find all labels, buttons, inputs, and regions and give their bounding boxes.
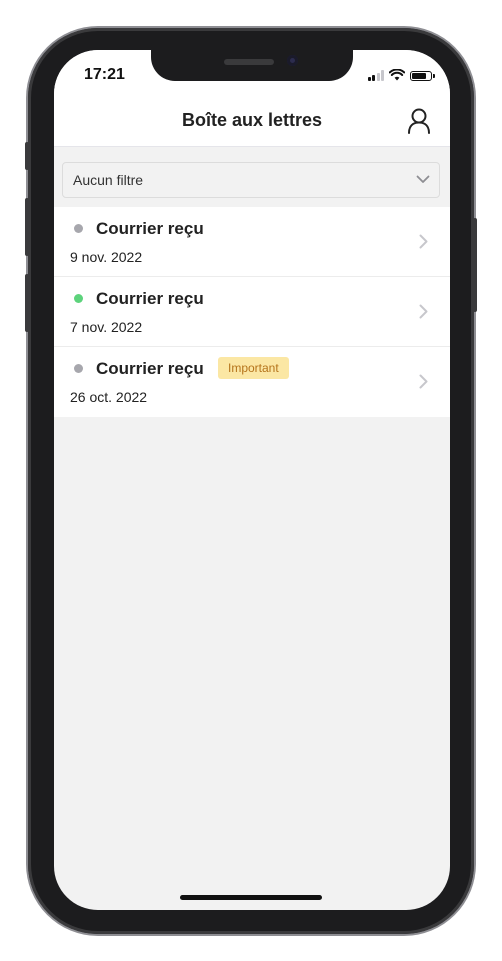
mail-date: 9 nov. 2022: [70, 249, 143, 265]
mail-title: Courrier reçu: [96, 289, 204, 308]
battery-icon: [410, 71, 435, 81]
important-badge: Important: [218, 357, 289, 379]
status-time: 17:21: [84, 66, 125, 83]
wifi-icon: [389, 69, 405, 81]
chevron-right-icon: [419, 374, 428, 389]
mail-list: Courrier reçu 9 nov. 2022 Courrier reçu …: [54, 207, 450, 417]
mail-date: 7 nov. 2022: [70, 319, 143, 335]
power-button: [473, 218, 477, 312]
mail-list-item[interactable]: Courrier reçu 9 nov. 2022: [54, 207, 450, 277]
notch: [151, 50, 353, 81]
screen: 17:21 Boîte aux lettres Aucun filtre Cou…: [54, 50, 450, 910]
page-title: Boîte aux lettres: [181, 110, 323, 130]
status-dot: [74, 224, 83, 233]
mail-list-item[interactable]: Courrier reçu 7 nov. 2022: [54, 277, 450, 347]
mail-title: Courrier reçu: [96, 219, 204, 238]
status-dot: [74, 364, 83, 373]
volume-down-button: [25, 274, 29, 332]
mail-title: Courrier reçu: [96, 359, 204, 378]
user-icon[interactable]: [406, 107, 432, 135]
volume-up-button: [25, 198, 29, 256]
filter-select[interactable]: Aucun filtre: [62, 162, 440, 198]
speaker: [224, 59, 274, 65]
chevron-down-icon: [416, 175, 430, 183]
silent-switch: [25, 142, 29, 170]
chevron-right-icon: [419, 304, 428, 319]
chevron-right-icon: [419, 234, 428, 249]
status-icons: [367, 69, 435, 81]
navigation-bar: Boîte aux lettres: [54, 96, 450, 147]
filter-selected-value: Aucun filtre: [73, 172, 144, 188]
mail-list-item[interactable]: Courrier reçu Important 26 oct. 2022: [54, 347, 450, 417]
signal-icon: [367, 70, 384, 81]
home-indicator[interactable]: [180, 895, 322, 900]
status-dot: [74, 294, 83, 303]
front-camera: [287, 55, 298, 66]
mail-date: 26 oct. 2022: [70, 389, 148, 405]
